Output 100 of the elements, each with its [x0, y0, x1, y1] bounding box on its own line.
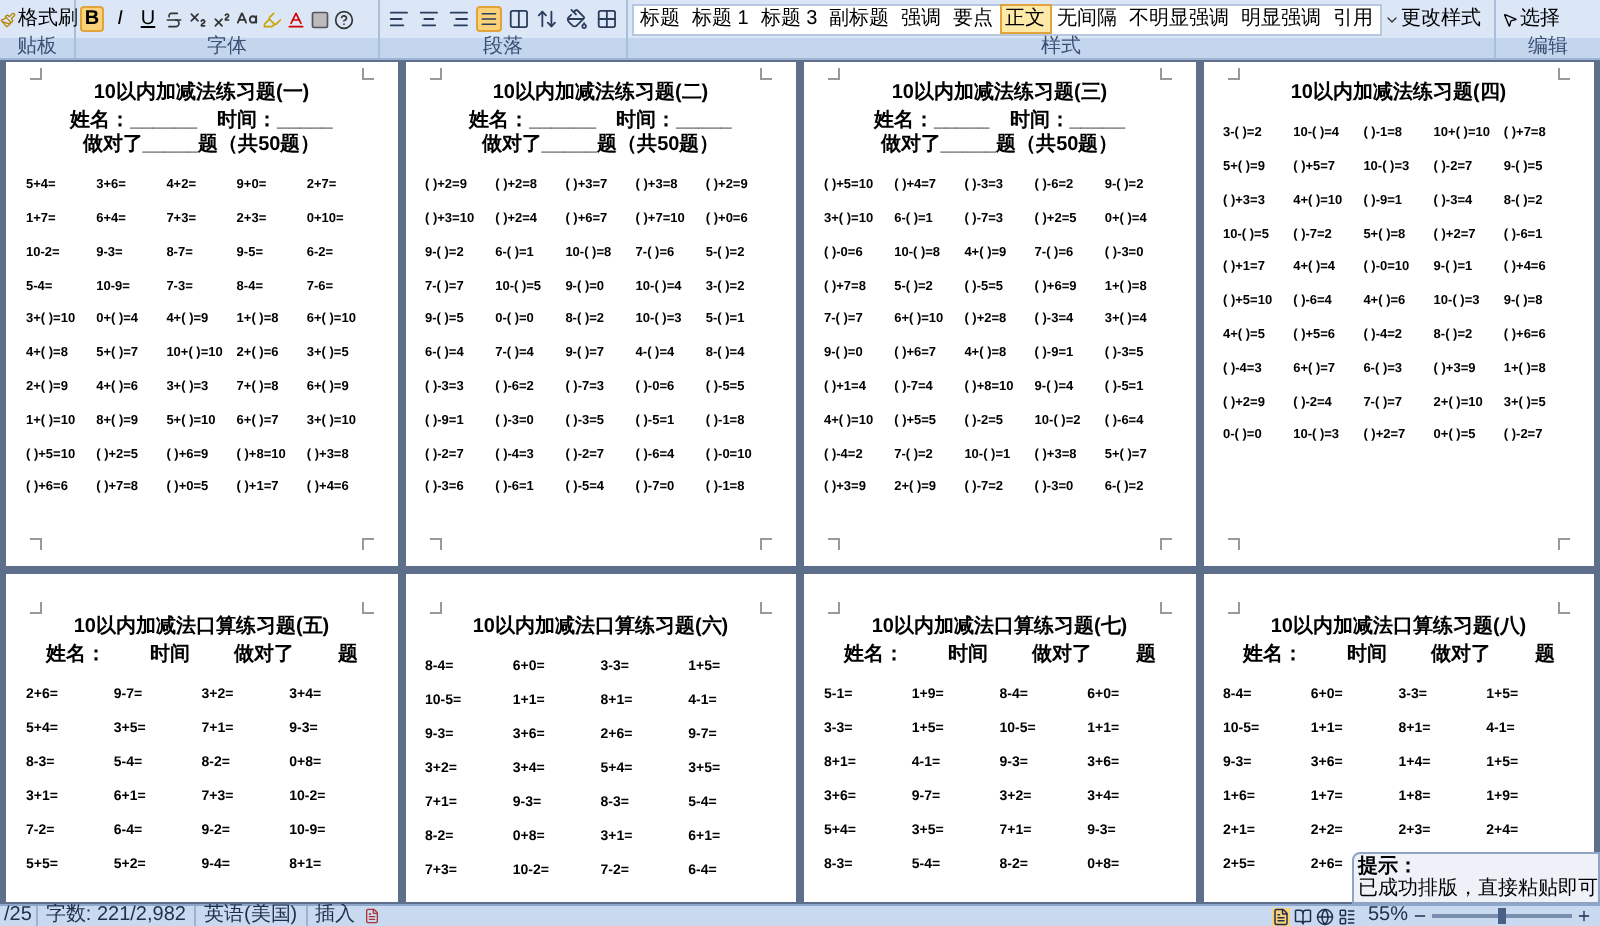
- group-label: 贴板: [17, 38, 57, 58]
- superscript-icon[interactable]: [212, 9, 232, 29]
- line-spacing-icon[interactable]: [534, 6, 561, 32]
- change-styles-button[interactable]: 更改样式: [1401, 9, 1482, 29]
- crop-mark: [30, 68, 42, 80]
- crop-mark: [1558, 68, 1570, 80]
- crop-mark: [1159, 602, 1171, 614]
- tooltip-message: 已成功排版，直接粘贴即可: [1358, 878, 1594, 900]
- name-line-text: 姓名：: [45, 644, 106, 668]
- name-line-text: 做对了_____题（共50题）: [481, 134, 720, 158]
- crop-mark: [429, 538, 441, 550]
- language-indicator[interactable]: 英语(美国): [193, 906, 306, 926]
- crop-mark: [1159, 538, 1171, 550]
- crop-mark: [1558, 538, 1570, 550]
- crop-mark: [361, 538, 373, 550]
- format-painter-button[interactable]: 格式刷: [0, 9, 78, 29]
- group-label: 字体: [207, 38, 247, 58]
- zoom-level[interactable]: 55%: [1367, 906, 1408, 926]
- print-layout-icon[interactable]: [1271, 907, 1290, 925]
- font-style-button[interactable]: I: [108, 6, 132, 32]
- name-line-text: 题: [1135, 644, 1156, 668]
- align-left-icon[interactable]: [386, 6, 412, 32]
- name-line-text: 做对了: [233, 644, 294, 668]
- borders-icon[interactable]: [594, 6, 621, 32]
- crop-mark: [1227, 68, 1239, 80]
- macro-icon[interactable]: [363, 908, 380, 924]
- crop-mark: [760, 602, 772, 614]
- name-line-text: 做对了_____题（共50题）: [82, 134, 321, 158]
- character-shading-icon[interactable]: [310, 9, 330, 29]
- crop-mark: [1159, 68, 1171, 80]
- brush-icon: [0, 11, 16, 27]
- justify-icon[interactable]: [475, 6, 502, 32]
- font-color-icon[interactable]: [286, 9, 306, 29]
- crop-mark: [828, 602, 840, 614]
- worksheet-title: 10以内加减法口算练习题(七): [871, 616, 1128, 640]
- font-style-button[interactable]: U: [136, 6, 160, 32]
- name-line-text: 时间：_____: [217, 110, 333, 133]
- worksheet-title: 10以内加减法练习题(二): [492, 82, 709, 106]
- zoom-thumb[interactable]: [1498, 908, 1506, 924]
- style-gallery-item[interactable]: 正文: [999, 4, 1052, 34]
- shading-icon[interactable]: [564, 6, 591, 32]
- worksheet-title: 10以内加减法口算练习题(五): [73, 616, 330, 640]
- group-label: 编辑: [1528, 38, 1568, 58]
- name-line-text: 姓名：______: [70, 110, 198, 133]
- crop-mark: [361, 68, 373, 80]
- group-label: 样式: [1041, 38, 1081, 58]
- font-style-button[interactable]: B: [80, 6, 104, 32]
- strikethrough-icon[interactable]: [164, 9, 184, 29]
- name-line-text: 时间: [149, 644, 190, 668]
- style-gallery-item[interactable]: 强调: [895, 4, 948, 34]
- select-button[interactable]: 选择: [1502, 9, 1560, 29]
- worksheet-title: 10以内加减法练习题(一): [93, 82, 310, 106]
- crop-mark: [429, 68, 441, 80]
- reading-view-icon[interactable]: [1293, 907, 1312, 925]
- name-line-text: 做对了: [1031, 644, 1092, 668]
- crop-mark: [361, 602, 373, 614]
- worksheet-title: 10以内加减法练习题(三): [891, 82, 1108, 106]
- align-right-icon[interactable]: [445, 6, 472, 32]
- crop-mark: [760, 538, 772, 550]
- group-label: 段落: [483, 38, 523, 58]
- name-line-text: 题: [1534, 644, 1555, 668]
- style-gallery-item[interactable]: 要点: [947, 4, 1000, 34]
- crop-mark: [1227, 538, 1239, 550]
- subscript-icon[interactable]: [188, 9, 208, 29]
- name-line-text: 题: [337, 644, 358, 668]
- name-line-text: 姓名：_____: [873, 110, 990, 133]
- insert-mode[interactable]: 插入: [305, 906, 364, 926]
- outline-view-icon[interactable]: [1337, 907, 1356, 925]
- web-layout-icon[interactable]: [1315, 907, 1334, 925]
- name-line-text: 时间：_____: [616, 110, 732, 133]
- style-gallery-item[interactable]: 不明显强调: [1123, 4, 1236, 34]
- crop-mark: [30, 538, 42, 550]
- style-gallery-item[interactable]: 无间隔: [1051, 4, 1124, 34]
- tooltip-title: 提示：: [1358, 856, 1418, 878]
- zoom-in-icon[interactable]: [1576, 908, 1592, 924]
- name-line-text: 姓名：: [843, 644, 904, 668]
- name-line-text: 时间: [947, 644, 988, 668]
- style-gallery-item[interactable]: 副标题: [823, 4, 896, 34]
- crop-mark: [828, 68, 840, 80]
- style-gallery-item[interactable]: 标题: [634, 4, 686, 34]
- name-line-text: 时间: [1346, 644, 1387, 668]
- style-gallery-item[interactable]: 引用: [1327, 4, 1380, 34]
- worksheet-title: 10以内加减法练习题(四): [1290, 82, 1507, 106]
- crop-mark: [760, 68, 772, 80]
- page-count: /25: [2, 906, 34, 926]
- crop-mark: [429, 602, 441, 614]
- style-gallery-item[interactable]: 标题 1: [686, 4, 755, 34]
- worksheet-title: 10以内加减法口算练习题(八): [1270, 616, 1527, 640]
- change-case-icon[interactable]: [236, 8, 258, 30]
- crop-mark: [828, 538, 840, 550]
- name-line-text: 做对了: [1430, 644, 1491, 668]
- name-line-text: 做对了_____题（共50题）: [880, 134, 1119, 158]
- name-line-text: 姓名：______: [469, 110, 597, 133]
- pointer-icon: [1502, 11, 1518, 27]
- crop-mark: [1558, 602, 1570, 614]
- style-gallery-item[interactable]: 标题 3: [754, 4, 824, 34]
- word-count[interactable]: 字数: 221/2,982: [35, 906, 194, 926]
- align-center-icon[interactable]: [415, 6, 442, 32]
- style-gallery-item[interactable]: 明显强调: [1235, 4, 1328, 34]
- name-line-text: 姓名：: [1242, 644, 1303, 668]
